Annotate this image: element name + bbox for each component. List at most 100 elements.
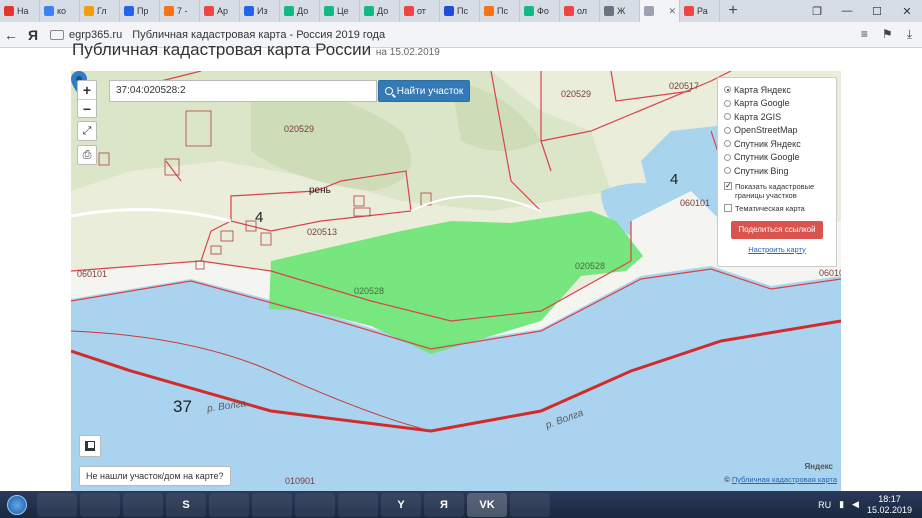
clock-time: 18:17	[878, 493, 901, 504]
back-button[interactable]: ←	[0, 27, 22, 43]
taskbar-app-button[interactable]	[37, 492, 77, 517]
taskbar-app-button[interactable]	[123, 492, 163, 517]
browser-tab[interactable]: Ра	[680, 0, 720, 22]
layer-option[interactable]: OpenStreetMap	[724, 124, 830, 138]
clock[interactable]: 18:17 15.02.2019	[867, 494, 912, 516]
browser-tab[interactable]: Пс	[440, 0, 480, 22]
layer-option-label: Карта Google	[734, 98, 790, 109]
radio-icon	[724, 167, 731, 175]
yandex-button[interactable]: Я	[22, 27, 44, 43]
find-parcel-button[interactable]: Найти участок	[378, 80, 470, 102]
volume-icon[interactable]: ◀	[852, 499, 859, 510]
show-borders-checkbox[interactable]: ✓ Показать кадастровые границы участков	[724, 180, 830, 200]
layer-option[interactable]: Спутник Bing	[724, 164, 830, 178]
browser-tab[interactable]: До	[280, 0, 320, 22]
new-tab-button[interactable]: +	[720, 0, 746, 22]
browser-tab[interactable]: Пр	[120, 0, 160, 22]
taskbar-app-button[interactable]: Я	[424, 492, 464, 517]
browser-tab[interactable]: от	[400, 0, 440, 22]
layer-option-label: Спутник Bing	[734, 165, 789, 176]
browser-tab[interactable]: ✕	[640, 0, 680, 22]
network-icon[interactable]: ▮	[839, 499, 844, 510]
tab-close-icon[interactable]: ✕	[668, 6, 676, 17]
checkbox-checked-icon: ✓	[724, 180, 732, 190]
clock-date: 15.02.2019	[866, 504, 912, 515]
printer-icon: ⎙	[82, 148, 92, 161]
radio-icon	[724, 113, 731, 121]
bookmark-icon[interactable]: ⚑	[882, 27, 893, 42]
layer-option[interactable]: Спутник Google	[724, 151, 830, 165]
thematic-map-label: Тематическая карта	[735, 203, 805, 213]
taskbar-app-button[interactable]	[338, 492, 378, 517]
address-host[interactable]: egrp365.ru	[69, 29, 122, 41]
layer-option[interactable]: Карта 2GIS	[724, 110, 830, 124]
region-number: 37	[173, 397, 192, 416]
copyright-symbol: ©	[724, 475, 730, 484]
tab-title: Ра	[697, 6, 708, 16]
zoom-in-button[interactable]: +	[78, 81, 96, 99]
minimize-icon[interactable]: —	[832, 0, 862, 22]
taskbar-app-button[interactable]	[510, 492, 550, 517]
show-borders-label: Показать кадастровые границы участков	[735, 181, 815, 200]
tab-title: Пс	[497, 6, 508, 16]
taskbar-app-button[interactable]	[295, 492, 335, 517]
taskbar-app-button[interactable]: S	[166, 492, 206, 517]
cadastral-number-input[interactable]: 37:04:020528:2	[109, 80, 377, 102]
zoom-out-button[interactable]: −	[78, 99, 96, 117]
browser-tab[interactable]: На	[0, 0, 40, 22]
browser-tab[interactable]: ол	[560, 0, 600, 22]
restore-icon[interactable]: ❐	[802, 0, 832, 22]
lock-icon[interactable]	[50, 29, 64, 40]
share-link-button[interactable]: Поделиться ссылкой	[731, 220, 823, 239]
windows-logo-icon	[7, 494, 27, 515]
taskbar-app-button[interactable]	[80, 492, 120, 517]
address-page-title[interactable]: Публичная кадастровая карта - Россия 201…	[132, 29, 385, 41]
tab-favicon-icon	[404, 6, 414, 16]
maximize-icon[interactable]: ☐	[862, 0, 892, 22]
tab-title: Ар	[217, 6, 229, 16]
browser-tab[interactable]: Фо	[520, 0, 560, 22]
start-button[interactable]	[0, 491, 34, 518]
language-indicator[interactable]: RU	[818, 500, 831, 510]
map-layers-toggle[interactable]	[79, 435, 101, 457]
tab-title: ко	[57, 6, 67, 16]
configure-map-link[interactable]: Настроить карту	[724, 245, 830, 254]
tab-favicon-icon	[204, 6, 214, 16]
quarter-label: 020529	[561, 89, 592, 99]
quarter-label: 020513	[307, 227, 338, 237]
close-icon[interactable]: ✕	[892, 0, 922, 22]
browser-tab[interactable]: 7 -	[160, 0, 200, 22]
yandex-logo: Яндекс	[804, 462, 833, 471]
radio-selected-icon	[724, 86, 731, 94]
thematic-map-checkbox[interactable]: Тематическая карта	[724, 203, 830, 213]
browser-tab[interactable]: Пс	[480, 0, 520, 22]
not-found-button[interactable]: Не нашли участок/дом на карте?	[79, 466, 231, 486]
cadastral-map[interactable]: 020529 020529 020513 020528 020528 06010…	[71, 71, 841, 491]
district-number: 4	[255, 209, 264, 226]
tab-title: от	[417, 6, 426, 16]
browser-tab[interactable]: Ар	[200, 0, 240, 22]
layer-option[interactable]: Спутник Яндекс	[724, 137, 830, 151]
map-layer-panel: Карта Яндекс Карта Google Карта 2GIS OpenSt…	[717, 77, 837, 267]
browser-tab[interactable]: Гл	[80, 0, 120, 22]
print-button[interactable]: ⎙	[77, 145, 97, 165]
quarter-label: 060101	[77, 269, 108, 279]
taskbar-app-button[interactable]: Y	[381, 492, 421, 517]
copyright-link[interactable]: Публичная кадастровая карта	[732, 475, 837, 484]
taskbar-app-button[interactable]: VK	[467, 492, 507, 517]
taskbar-app-button[interactable]	[252, 492, 292, 517]
browser-tab[interactable]: До	[360, 0, 400, 22]
fullscreen-button[interactable]: ⤢	[77, 121, 97, 141]
browser-tab[interactable]: Ж	[600, 0, 640, 22]
taskbar-app-button[interactable]	[209, 492, 249, 517]
menu-icon[interactable]: ≡	[861, 27, 868, 42]
download-icon[interactable]: ⤓	[907, 27, 912, 42]
tab-title: Из	[257, 6, 268, 16]
village-label: рень	[309, 185, 331, 196]
layer-option[interactable]: Карта Яндекс	[724, 83, 830, 97]
tab-title: Пр	[137, 6, 149, 16]
browser-tab[interactable]: Из	[240, 0, 280, 22]
layer-option[interactable]: Карта Google	[724, 97, 830, 111]
browser-tab[interactable]: ко	[40, 0, 80, 22]
browser-tab[interactable]: Це	[320, 0, 360, 22]
